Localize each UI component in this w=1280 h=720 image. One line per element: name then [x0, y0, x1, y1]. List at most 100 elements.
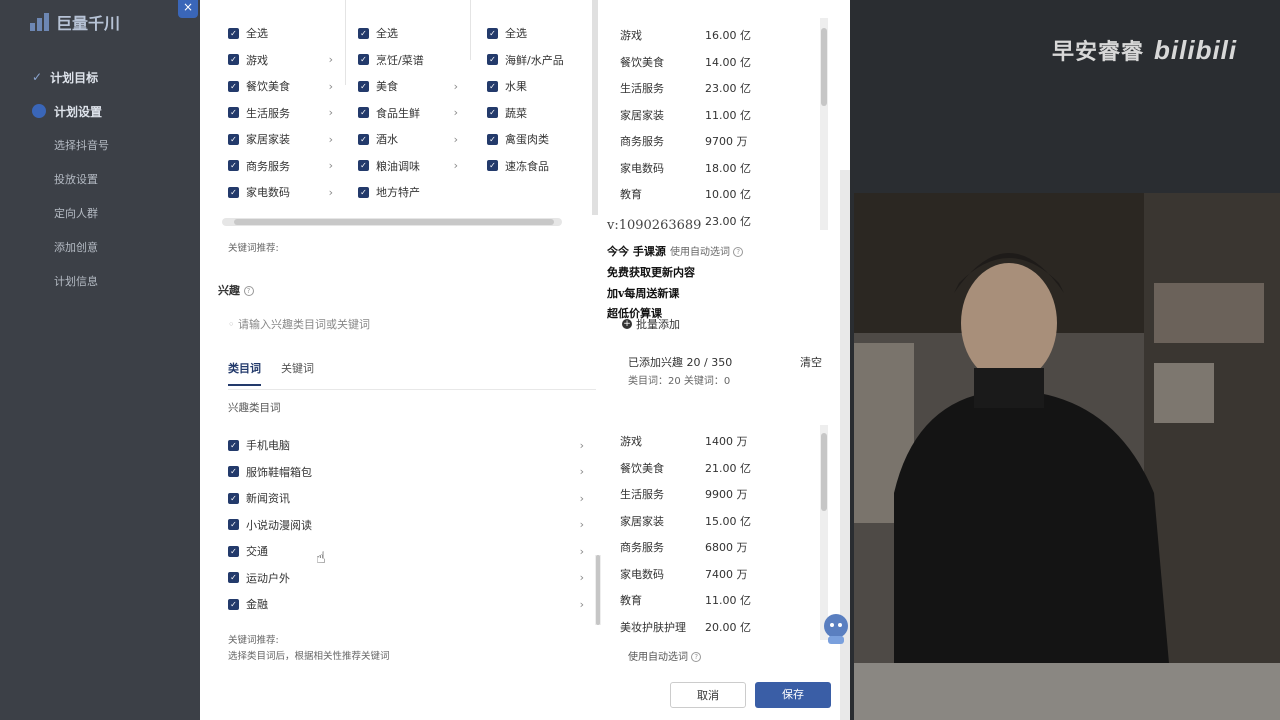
- checkbox-checked-icon[interactable]: ✓: [228, 107, 239, 119]
- chevron-right-icon[interactable]: ›: [329, 133, 333, 146]
- checkbox-checked-icon[interactable]: ✓: [487, 107, 498, 119]
- interest-keyword-hint-title: 关键词推荐:: [228, 635, 279, 646]
- category-checkbox-item[interactable]: ✓ 全选: [358, 20, 458, 47]
- checkbox-checked-icon[interactable]: ✓: [487, 27, 498, 39]
- checkbox-checked-icon[interactable]: ✓: [228, 439, 239, 451]
- category-checkbox-item[interactable]: ✓ 美食 ›: [358, 73, 458, 100]
- horizontal-scrollbar[interactable]: [222, 218, 562, 226]
- category-checkbox-item[interactable]: ✓ 手机电脑 ›: [228, 432, 584, 459]
- chevron-right-icon[interactable]: ›: [329, 106, 333, 119]
- nav-item[interactable]: 定向人群: [0, 196, 200, 230]
- checkbox-checked-icon[interactable]: ✓: [358, 27, 369, 39]
- batch-add-button[interactable]: + 批量添加: [622, 316, 680, 332]
- nav-item[interactable]: 添加创意: [0, 230, 200, 264]
- clear-button[interactable]: 清空: [800, 354, 822, 370]
- checkbox-checked-icon[interactable]: ✓: [487, 80, 498, 92]
- selected-scrollbar[interactable]: [820, 18, 828, 230]
- checkbox-checked-icon[interactable]: ✓: [228, 598, 239, 610]
- chevron-right-icon[interactable]: ›: [329, 53, 333, 66]
- interest-selected-scrollbar[interactable]: [820, 425, 828, 640]
- checkbox-checked-icon[interactable]: ✓: [228, 27, 239, 39]
- category-checkbox-item[interactable]: ✓ 生活服务 ›: [228, 100, 333, 127]
- category-checkbox-item[interactable]: ✓ 家居家装 ›: [228, 126, 333, 153]
- checkbox-checked-icon[interactable]: ✓: [487, 54, 498, 66]
- checkbox-checked-icon[interactable]: ✓: [358, 133, 369, 145]
- checkbox-checked-icon[interactable]: ✓: [228, 133, 239, 145]
- tab-category-words[interactable]: 类目词: [228, 360, 261, 386]
- targeting-drawer: ✓ 全选 ✓ 游戏 › ✓ 餐饮美食 › ✓ 生活服务 › ✓ 家居家装 › ✓ 商务服务 › ✓ 家电数码 › ✓ 全…: [200, 0, 850, 720]
- category-checkbox-item[interactable]: ✓ 食品生鲜 ›: [358, 100, 458, 127]
- checkbox-checked-icon[interactable]: ✓: [228, 160, 239, 172]
- checkbox-checked-icon[interactable]: ✓: [228, 186, 239, 198]
- category-checkbox-item[interactable]: ✓ 运动户外 ›: [228, 565, 584, 592]
- category-checkbox-item[interactable]: ✓ 水果: [487, 73, 587, 100]
- checkbox-checked-icon[interactable]: ✓: [228, 545, 239, 557]
- vertical-scrollbar[interactable]: [592, 0, 598, 215]
- chevron-right-icon[interactable]: ›: [454, 133, 458, 146]
- chevron-right-icon[interactable]: ›: [454, 159, 458, 172]
- checkbox-checked-icon[interactable]: ✓: [228, 80, 239, 92]
- chevron-right-icon[interactable]: ›: [580, 492, 584, 505]
- checkbox-checked-icon[interactable]: ✓: [228, 466, 239, 478]
- category-label: 海鲜/水产品: [505, 53, 564, 67]
- nav-item[interactable]: 计划设置: [0, 94, 200, 128]
- category-checkbox-item[interactable]: ✓ 禽蛋肉类: [487, 126, 587, 153]
- category-checkbox-item[interactable]: ✓ 烹饪/菜谱: [358, 47, 458, 74]
- checkbox-checked-icon[interactable]: ✓: [358, 107, 369, 119]
- category-checkbox-item[interactable]: ✓ 家电数码 ›: [228, 179, 333, 206]
- category-checkbox-item[interactable]: ✓ 蔬菜: [487, 100, 587, 127]
- tab-keywords[interactable]: 关键词: [281, 360, 314, 386]
- chevron-right-icon[interactable]: ›: [454, 80, 458, 93]
- checkbox-checked-icon[interactable]: ✓: [228, 519, 239, 531]
- checkbox-checked-icon[interactable]: ✓: [228, 54, 239, 66]
- category-checkbox-item[interactable]: ✓ 小说动漫阅读 ›: [228, 512, 584, 539]
- page-edge: [176, 0, 200, 720]
- category-checkbox-item[interactable]: ✓ 酒水 ›: [358, 126, 458, 153]
- category-checkbox-item[interactable]: ✓ 海鲜/水产品: [487, 47, 587, 74]
- checkbox-checked-icon[interactable]: ✓: [358, 80, 369, 92]
- save-button[interactable]: 保存: [755, 682, 831, 708]
- chevron-right-icon[interactable]: ›: [580, 571, 584, 584]
- category-checkbox-item[interactable]: ✓ 游戏 ›: [228, 47, 333, 74]
- nav-item[interactable]: 投放设置: [0, 162, 200, 196]
- selected-item-name: 商务服务: [620, 541, 664, 555]
- category-checkbox-item[interactable]: ✓ 新闻资讯 ›: [228, 485, 584, 512]
- chevron-right-icon[interactable]: ›: [580, 439, 584, 452]
- category-checkbox-item[interactable]: ✓ 粮油调味 ›: [358, 153, 458, 180]
- interest-list-scrollbar[interactable]: [595, 555, 601, 625]
- chevron-right-icon[interactable]: ›: [329, 80, 333, 93]
- checkbox-checked-icon[interactable]: ✓: [487, 133, 498, 145]
- selected-item: 游戏 16.00 亿: [620, 22, 820, 49]
- checkbox-checked-icon[interactable]: ✓: [358, 54, 369, 66]
- category-checkbox-item[interactable]: ✓ 商务服务 ›: [228, 153, 333, 180]
- chevron-right-icon[interactable]: ›: [580, 545, 584, 558]
- auto-word-link-top[interactable]: 使用自动选词 ?: [670, 243, 744, 258]
- category-checkbox-item[interactable]: ✓ 地方特产: [358, 179, 458, 206]
- category-checkbox-item[interactable]: ✓ 服饰鞋帽箱包 ›: [228, 459, 584, 486]
- checkbox-checked-icon[interactable]: ✓: [228, 572, 239, 584]
- checkbox-checked-icon[interactable]: ✓: [487, 160, 498, 172]
- chevron-right-icon[interactable]: ›: [454, 106, 458, 119]
- chevron-right-icon[interactable]: ›: [580, 598, 584, 611]
- nav-item[interactable]: 选择抖音号: [0, 128, 200, 162]
- chevron-right-icon[interactable]: ›: [580, 518, 584, 531]
- category-checkbox-item[interactable]: ✓ 速冻食品: [487, 153, 587, 180]
- nav-item[interactable]: 计划信息: [0, 264, 200, 298]
- category-checkbox-item[interactable]: ✓ 金融 ›: [228, 591, 584, 618]
- checkbox-checked-icon[interactable]: ✓: [358, 160, 369, 172]
- cancel-button[interactable]: 取消: [670, 682, 746, 708]
- selected-item-name: 教育: [620, 594, 642, 608]
- chevron-right-icon[interactable]: ›: [329, 159, 333, 172]
- category-checkbox-item[interactable]: ✓ 交通 ›: [228, 538, 584, 565]
- close-drawer-button[interactable]: ×: [178, 0, 198, 18]
- auto-word-link[interactable]: 使用自动选词 ?: [628, 648, 702, 663]
- checkbox-checked-icon[interactable]: ✓: [228, 492, 239, 504]
- chevron-right-icon[interactable]: ›: [580, 465, 584, 478]
- checkbox-checked-icon[interactable]: ✓: [358, 186, 369, 198]
- category-checkbox-item[interactable]: ✓ 餐饮美食 ›: [228, 73, 333, 100]
- chevron-right-icon[interactable]: ›: [329, 186, 333, 199]
- category-checkbox-item[interactable]: ✓ 全选: [228, 20, 333, 47]
- category-checkbox-item[interactable]: ✓ 全选: [487, 20, 587, 47]
- interest-search-input[interactable]: ◦ 请输入兴趣类目词或关键词: [228, 316, 370, 332]
- nav-item[interactable]: ✓ 计划目标: [0, 60, 200, 94]
